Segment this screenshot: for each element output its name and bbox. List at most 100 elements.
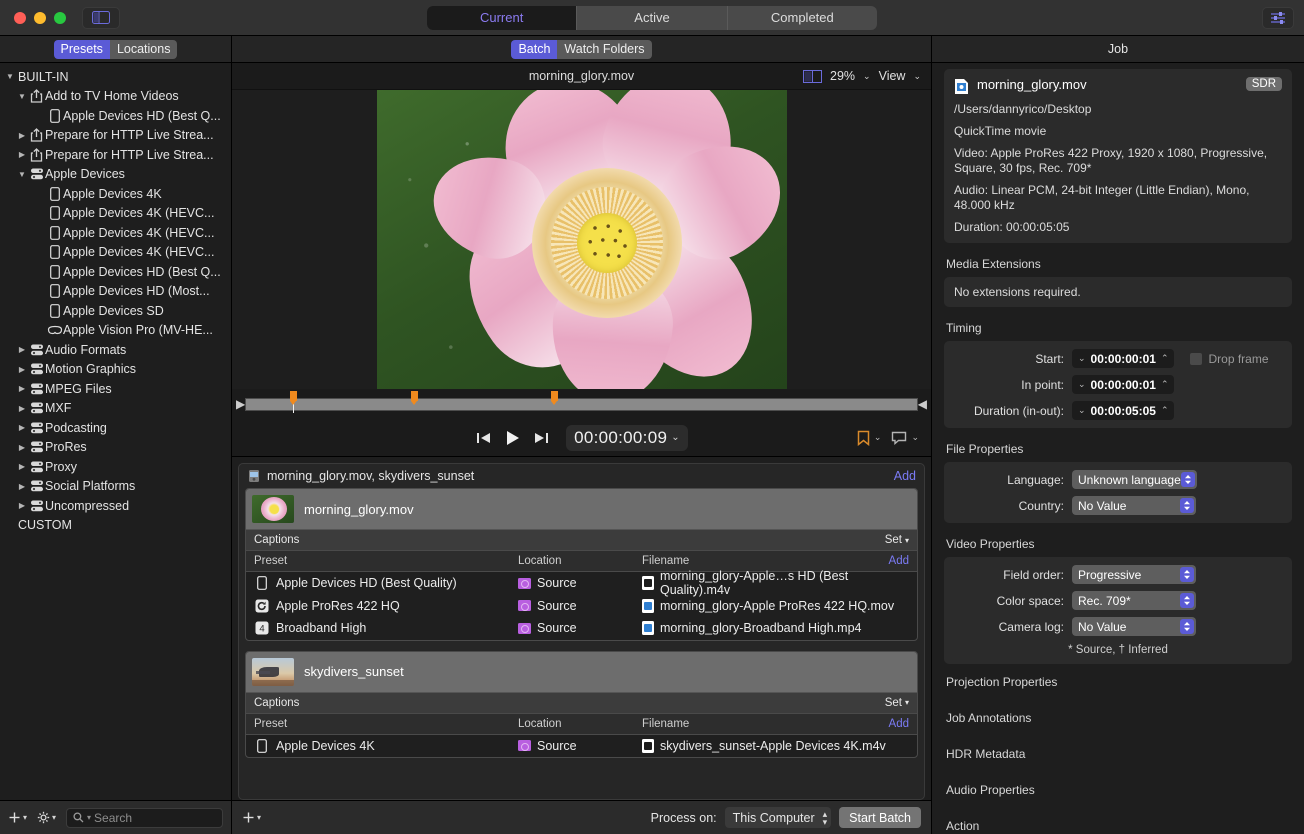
sidebar-item-preset[interactable]: ▶Prepare for HTTP Live Strea... — [0, 145, 231, 165]
tab-batch[interactable]: Batch — [511, 40, 557, 59]
timeline-track[interactable] — [245, 398, 918, 411]
tab-active[interactable]: Active — [577, 6, 727, 30]
captions-set-menu[interactable]: Set ▾ — [885, 697, 909, 709]
inspector-section-header[interactable]: Audio Properties — [944, 772, 1292, 808]
disclosure-triangle-icon[interactable]: ▶ — [16, 404, 28, 413]
sidebar-item-preset[interactable]: Apple Devices SD — [0, 301, 231, 321]
status-tabs[interactable]: Current Active Completed — [427, 6, 877, 30]
process-on-select[interactable]: This Computer ▴▾ — [725, 807, 832, 828]
disclosure-triangle-icon[interactable]: ▶ — [16, 443, 28, 452]
disclosure-triangle-icon[interactable]: ▶ — [16, 482, 28, 491]
table-row[interactable]: 4Broadband HighSourcemorning_glory-Broad… — [246, 617, 917, 640]
chevron-down-icon[interactable]: ⌄ — [874, 432, 882, 443]
sidebar-toggle-icon[interactable] — [82, 7, 120, 29]
sidebar-item-preset[interactable]: ▼Add to TV Home Videos — [0, 87, 231, 107]
table-row[interactable]: Apple ProRes 422 HQSourcemorning_glory-A… — [246, 595, 917, 618]
bookmark-icon[interactable] — [857, 430, 870, 446]
disclosure-triangle-icon[interactable]: ▼ — [16, 170, 28, 179]
sidebar-item-preset[interactable]: Apple Devices 4K (HEVC... — [0, 223, 231, 243]
sidebar-item-preset[interactable]: ▶Motion Graphics — [0, 360, 231, 380]
view-menu[interactable]: View — [879, 69, 906, 83]
disclosure-triangle-icon[interactable]: ▼ — [4, 72, 16, 81]
sidebar-item-preset[interactable]: ▶Proxy — [0, 457, 231, 477]
sidebar-item-preset[interactable]: Apple Vision Pro (MV-HE... — [0, 321, 231, 341]
field-order-select[interactable]: Progressive — [1072, 565, 1196, 584]
range-end-handle[interactable]: ◀ — [918, 397, 927, 411]
chevron-down-icon[interactable]: ⌄ — [863, 71, 871, 82]
chevron-up-icon[interactable]: ⌃ — [1161, 379, 1169, 390]
disclosure-triangle-icon[interactable]: ▶ — [16, 150, 28, 159]
job-entry[interactable]: morning_glory.movCaptionsSet ▾PresetLoca… — [245, 488, 918, 641]
sidebar-item-preset[interactable]: Apple Devices HD (Most... — [0, 282, 231, 302]
timing-inpoint-stepper[interactable]: ⌄ 00:00:00:01 ⌃ — [1072, 375, 1174, 394]
sidebar-item-preset[interactable]: Apple Devices 4K — [0, 184, 231, 204]
sidebar-item-preset[interactable]: ▶Uncompressed — [0, 496, 231, 516]
disclosure-triangle-icon[interactable]: ▼ — [16, 92, 28, 101]
add-preset-button[interactable]: ▾ — [8, 811, 27, 824]
job-header[interactable]: skydivers_sunset — [246, 652, 917, 692]
timing-start-stepper[interactable]: ⌄ 00:00:00:01 ⌃ — [1072, 349, 1174, 368]
inspector-section-header[interactable]: Action — [944, 808, 1292, 834]
chevron-up-icon[interactable]: ⌃ — [1161, 405, 1169, 416]
camera-log-select[interactable]: No Value — [1072, 617, 1196, 636]
checkbox-box[interactable] — [1190, 353, 1202, 365]
sidebar-item-preset[interactable]: ▶Podcasting — [0, 418, 231, 438]
sliders-icon[interactable] — [1262, 7, 1294, 29]
play-icon[interactable] — [504, 429, 521, 447]
skip-forward-icon[interactable] — [533, 430, 550, 446]
sidebar-item-preset[interactable]: ▶MPEG Files — [0, 379, 231, 399]
chevron-down-icon[interactable]: ⌄ — [913, 71, 921, 82]
batch-add-link[interactable]: Add — [894, 469, 916, 483]
sidebar-group-header[interactable]: CUSTOM — [0, 516, 231, 536]
minimize-button[interactable] — [34, 12, 46, 24]
row-add-link[interactable]: Add — [889, 555, 917, 567]
timeline-marker[interactable] — [411, 391, 418, 401]
range-start-handle[interactable]: ▶ — [236, 397, 245, 411]
disclosure-triangle-icon[interactable]: ▶ — [16, 365, 28, 374]
close-button[interactable] — [14, 12, 26, 24]
disclosure-triangle-icon[interactable]: ▶ — [16, 131, 28, 140]
chevron-down-icon[interactable]: ⌄ — [1078, 379, 1086, 390]
sidebar-group-header[interactable]: ▼BUILT-IN — [0, 67, 231, 87]
sidebar-item-preset[interactable]: ▼Apple Devices — [0, 165, 231, 185]
inspector-section-header[interactable]: Job Annotations — [944, 700, 1292, 736]
disclosure-triangle-icon[interactable]: ▶ — [16, 345, 28, 354]
zoom-level[interactable]: 29% — [830, 69, 855, 83]
timecode-field[interactable]: 00:00:00:09 ⌄ — [566, 425, 688, 451]
zoom-button[interactable] — [54, 12, 66, 24]
disclosure-triangle-icon[interactable]: ▶ — [16, 501, 28, 510]
sidebar-item-preset[interactable]: Apple Devices HD (Best Q... — [0, 262, 231, 282]
timeline-marker[interactable] — [551, 391, 558, 401]
captions-set-menu[interactable]: Set ▾ — [885, 534, 909, 546]
start-batch-button[interactable]: Start Batch — [839, 807, 921, 828]
sidebar-item-preset[interactable]: Apple Devices 4K (HEVC... — [0, 243, 231, 263]
inspector-section-header[interactable]: Projection Properties — [944, 664, 1292, 700]
tab-presets[interactable]: Presets — [54, 40, 110, 59]
search-input[interactable]: ▾ Search — [66, 808, 223, 828]
split-view-icon[interactable] — [803, 70, 822, 83]
tab-current[interactable]: Current — [427, 6, 577, 30]
timeline-marker[interactable] — [290, 391, 297, 401]
presets-tree[interactable]: ▼BUILT-IN▼Add to TV Home VideosApple Dev… — [0, 63, 231, 800]
row-add-link[interactable]: Add — [889, 718, 917, 730]
language-select[interactable]: Unknown language — [1072, 470, 1197, 489]
inspector-section-header[interactable]: HDR Metadata — [944, 736, 1292, 772]
preset-settings-button[interactable]: ▾ — [37, 811, 56, 824]
tab-locations[interactable]: Locations — [110, 40, 178, 59]
country-select[interactable]: No Value — [1072, 496, 1196, 515]
add-job-button[interactable]: ▾ — [242, 811, 261, 824]
color-space-select[interactable]: Rec. 709* — [1072, 591, 1196, 610]
tab-completed[interactable]: Completed — [728, 6, 877, 30]
sidebar-item-preset[interactable]: ▶ProRes — [0, 438, 231, 458]
disclosure-triangle-icon[interactable]: ▶ — [16, 462, 28, 471]
tab-watch-folders[interactable]: Watch Folders — [557, 40, 651, 59]
chevron-down-icon[interactable]: ⌄ — [1078, 405, 1086, 416]
scrubber[interactable]: ▶ ◀ — [232, 389, 931, 419]
chevron-up-icon[interactable]: ⌃ — [1161, 353, 1169, 364]
sidebar-item-preset[interactable]: Apple Devices HD (Best Q... — [0, 106, 231, 126]
chevron-down-icon[interactable]: ⌄ — [671, 432, 680, 443]
table-row[interactable]: Apple Devices HD (Best Quality)Sourcemor… — [246, 572, 917, 595]
sidebar-item-preset[interactable]: ▶Audio Formats — [0, 340, 231, 360]
job-header[interactable]: morning_glory.mov — [246, 489, 917, 529]
disclosure-triangle-icon[interactable]: ▶ — [16, 423, 28, 432]
